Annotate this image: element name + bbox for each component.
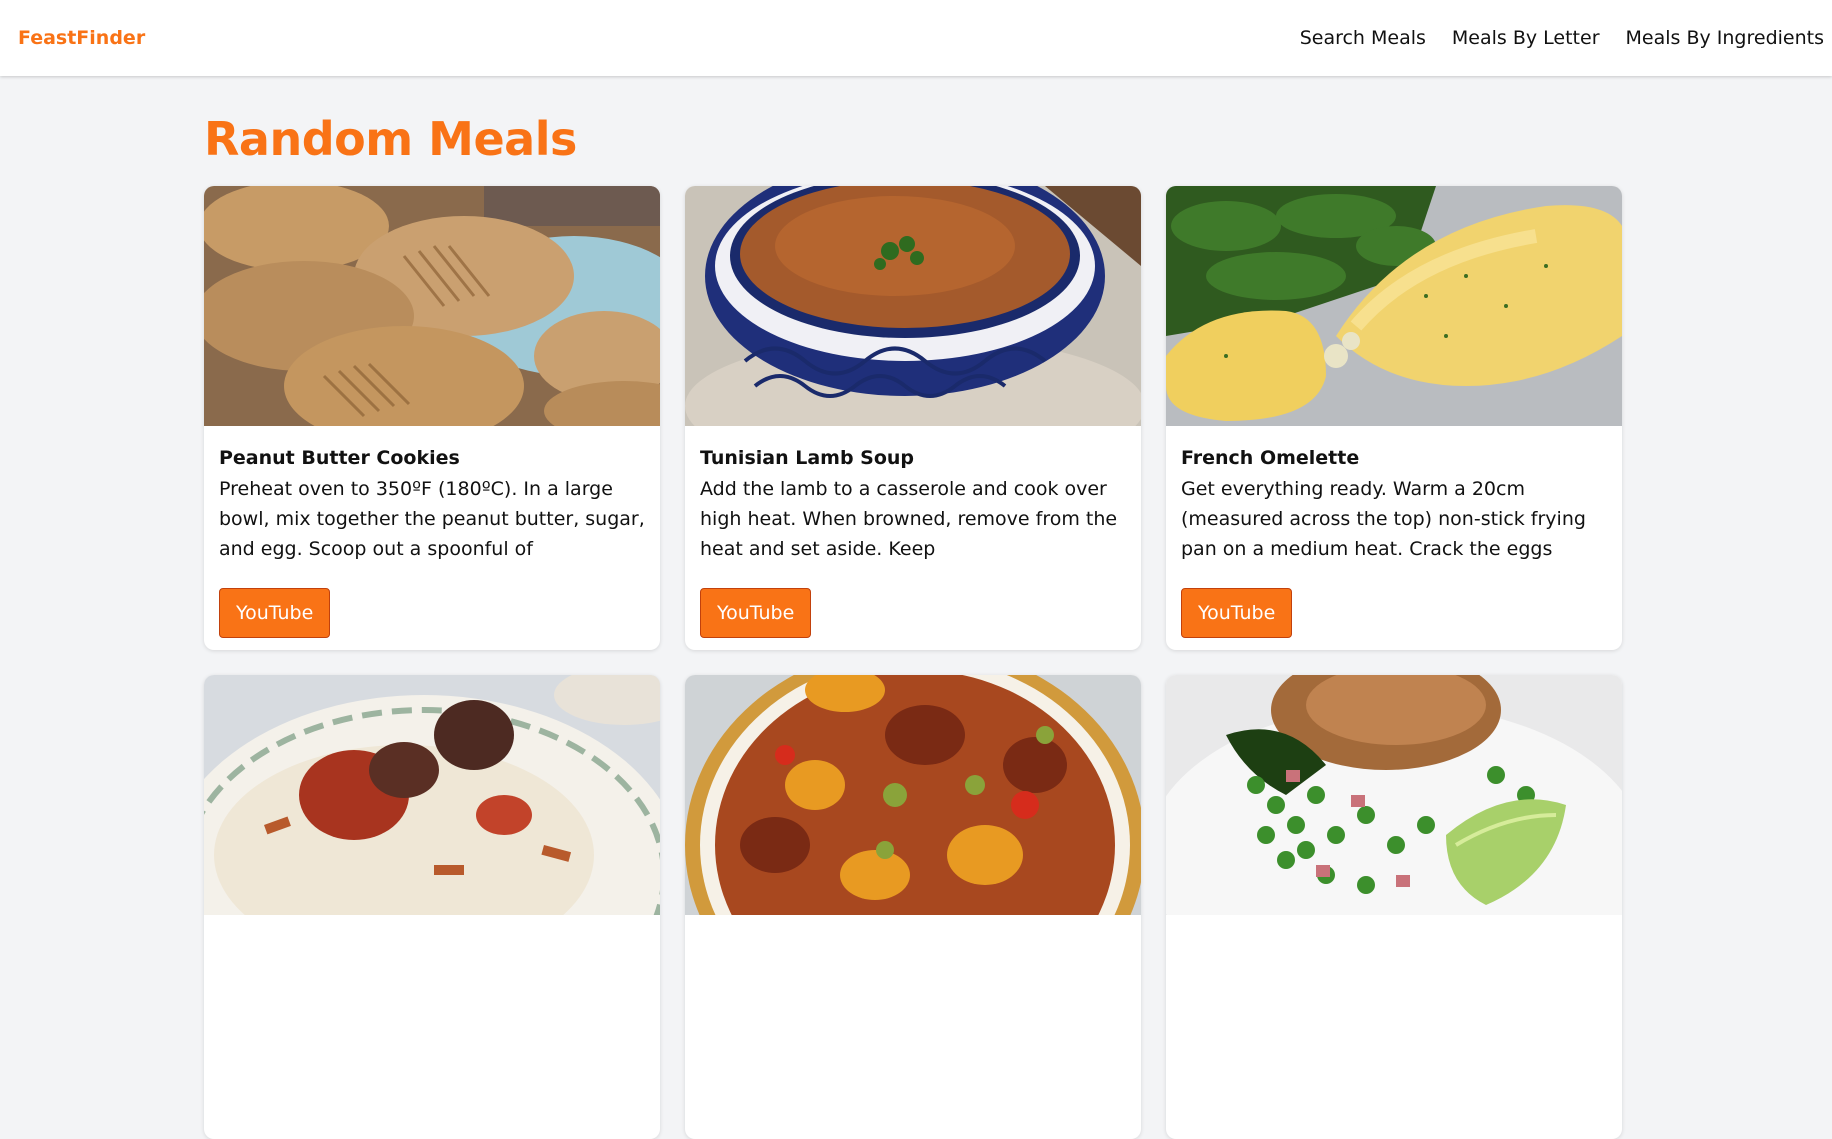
meal-description: Add the lamb to a casserole and cook ove… bbox=[700, 478, 1118, 560]
lamb-soup-photo bbox=[685, 186, 1141, 426]
meal-image[interactable] bbox=[685, 675, 1141, 915]
rice-beef-photo bbox=[204, 675, 660, 915]
nav-meals-by-ingredients[interactable]: Meals By Ingredients bbox=[1626, 27, 1824, 49]
duck-peas-photo bbox=[1166, 675, 1622, 915]
meal-image[interactable] bbox=[1166, 186, 1622, 426]
youtube-button[interactable]: YouTube bbox=[219, 588, 331, 638]
main-nav: Search Meals Meals By Letter Meals By In… bbox=[1300, 27, 1832, 49]
meal-image[interactable] bbox=[204, 186, 660, 426]
meal-title: Peanut Butter Cookies bbox=[219, 447, 460, 469]
page-title: Random Meals bbox=[204, 112, 577, 166]
meal-card: Tunisian Lamb Soup Add the lamb to a cas… bbox=[685, 186, 1141, 650]
meal-image[interactable] bbox=[685, 186, 1141, 426]
omelette-photo bbox=[1166, 186, 1622, 426]
meal-description: Preheat oven to 350ºF (180ºC). In a larg… bbox=[219, 478, 645, 560]
nav-meals-by-letter[interactable]: Meals By Letter bbox=[1452, 27, 1600, 49]
meal-card: French Omelette Get everything ready. Wa… bbox=[1166, 186, 1622, 650]
youtube-button[interactable]: YouTube bbox=[1181, 588, 1293, 638]
peanut-butter-cookies-photo bbox=[204, 186, 660, 426]
meal-card bbox=[204, 675, 660, 1139]
meal-card bbox=[685, 675, 1141, 1139]
meal-card bbox=[1166, 675, 1622, 1139]
meal-description: Get everything ready. Warm a 20cm (measu… bbox=[1181, 478, 1586, 560]
meal-title: Tunisian Lamb Soup bbox=[700, 447, 915, 469]
stew-photo bbox=[685, 675, 1141, 915]
top-navbar: FeastFinder Search Meals Meals By Letter… bbox=[0, 0, 1832, 76]
meal-image[interactable] bbox=[204, 675, 660, 915]
meal-image[interactable] bbox=[1166, 675, 1622, 915]
meal-card: Peanut Butter Cookies Preheat oven to 35… bbox=[204, 186, 660, 650]
youtube-button[interactable]: YouTube bbox=[700, 588, 812, 638]
meal-grid: Peanut Butter Cookies Preheat oven to 35… bbox=[204, 186, 1624, 1139]
brand-logo[interactable]: FeastFinder bbox=[18, 27, 145, 49]
meal-title: French Omelette bbox=[1181, 447, 1360, 469]
nav-search-meals[interactable]: Search Meals bbox=[1300, 27, 1426, 49]
